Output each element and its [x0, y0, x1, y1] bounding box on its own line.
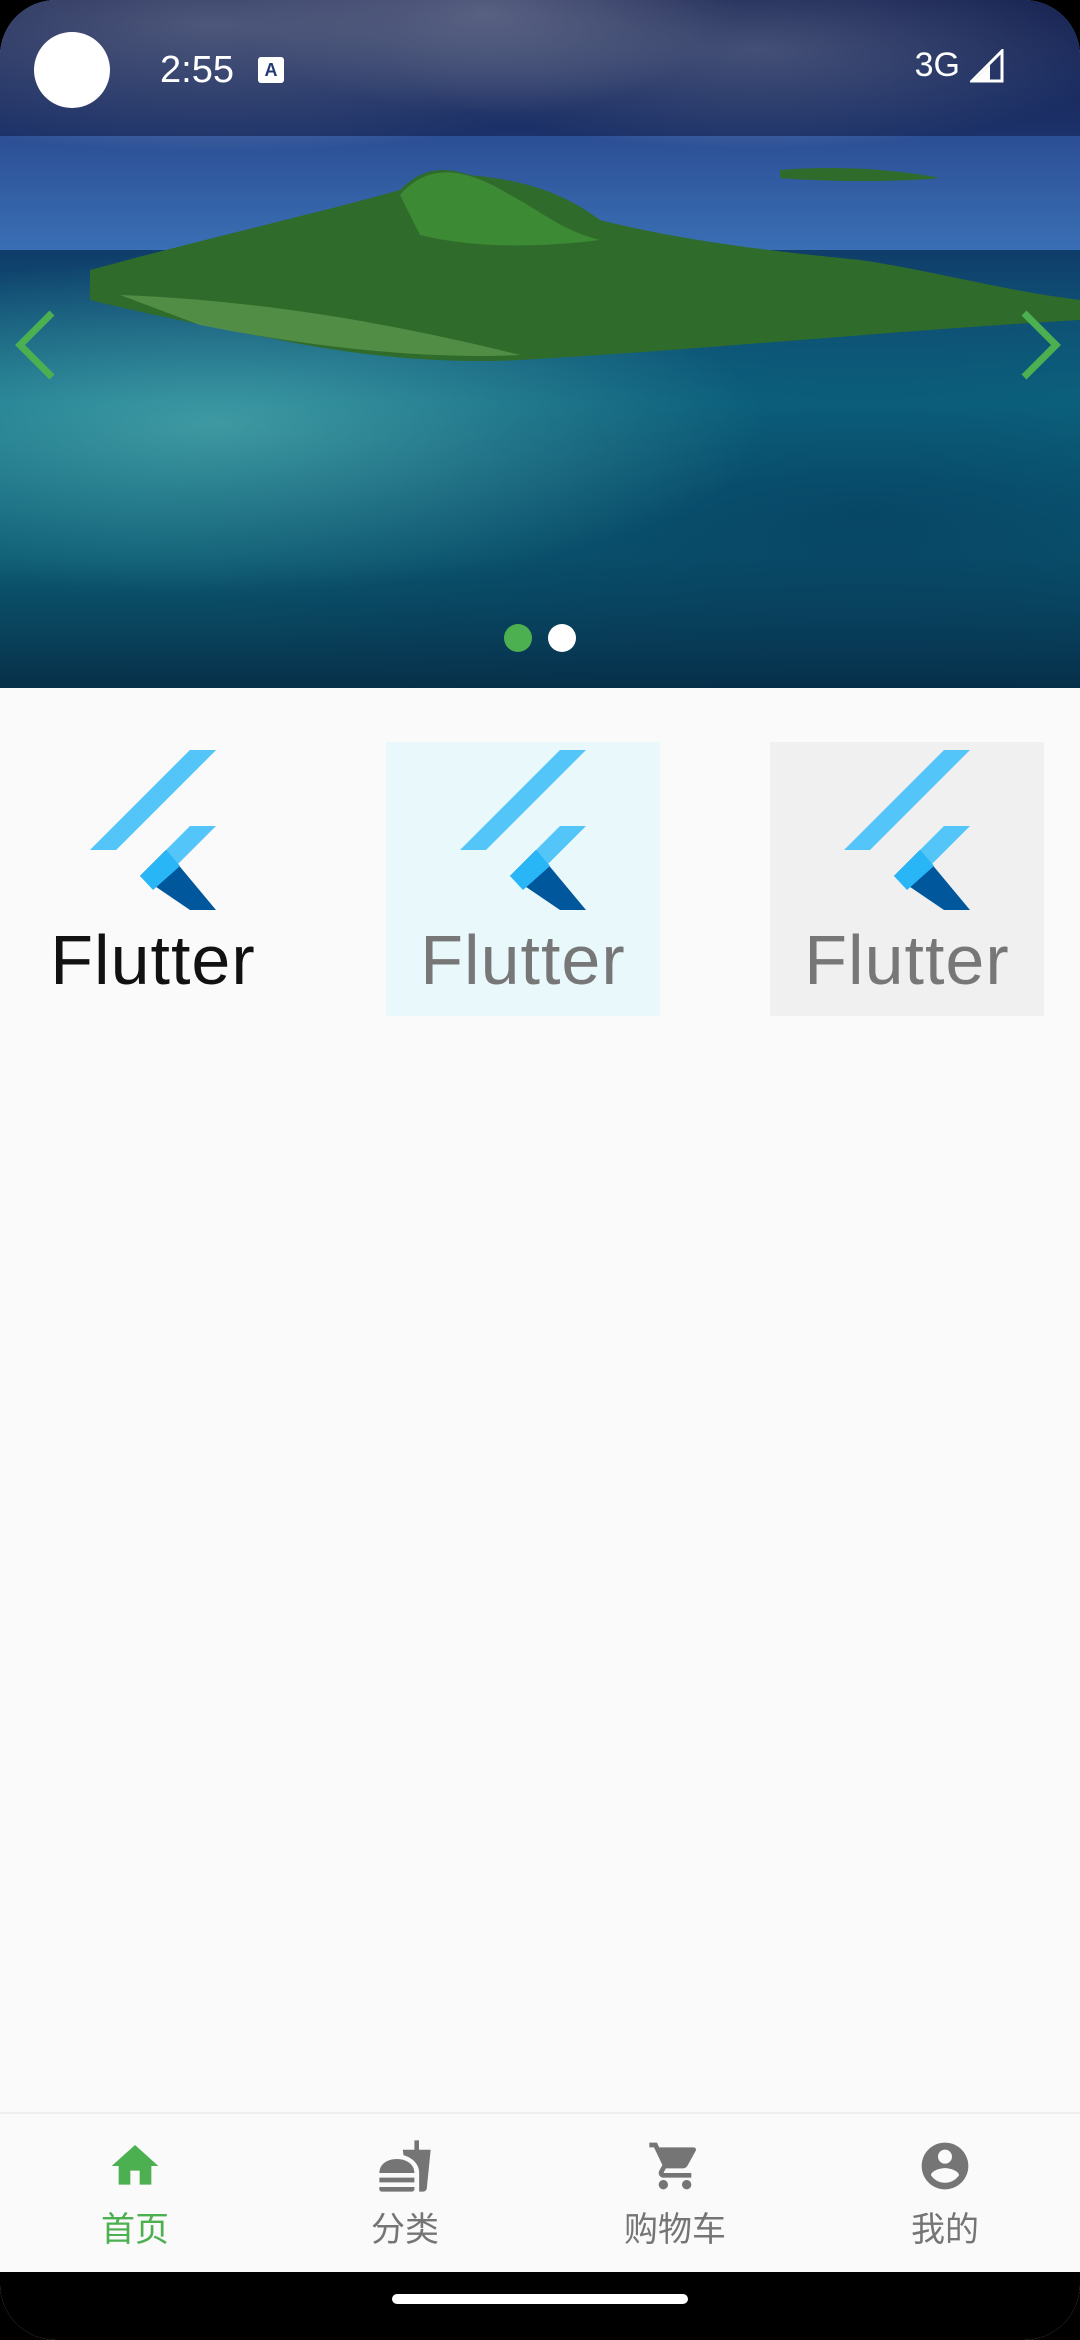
nav-label: 首页: [101, 2210, 169, 2250]
nav-item-profile[interactable]: 我的: [810, 2114, 1080, 2274]
status-bar-right: 3G: [915, 46, 1004, 85]
carousel-pagination: [0, 624, 1080, 652]
camera-cutout: [34, 32, 110, 108]
banner-island-image: [90, 167, 1080, 361]
tile-label: Flutter: [50, 921, 256, 999]
bottom-navigation-bar: 首页 分类 购物车 我的: [0, 2112, 1080, 2274]
chevron-right-icon: [1021, 310, 1061, 380]
nav-item-home[interactable]: 首页: [0, 2114, 270, 2274]
nav-label: 我的: [911, 2210, 979, 2250]
signal-icon: [970, 48, 1004, 82]
home-icon: [111, 2145, 159, 2185]
account-icon: [921, 2142, 969, 2190]
fastfood-icon: [379, 2140, 431, 2192]
status-bar-left: 2:55 A: [34, 32, 284, 108]
flutter-tile-3[interactable]: Flutter: [770, 742, 1044, 1016]
pagination-dot[interactable]: [548, 624, 576, 652]
status-time: 2:55: [160, 48, 234, 91]
flutter-tile-2[interactable]: Flutter: [386, 742, 660, 1016]
nav-label: 分类: [371, 2210, 439, 2250]
app-screen: 2:55 A 3G Flutter Flutter Flutter 首页 分类 …: [0, 0, 1080, 2340]
notification-a-icon: A: [257, 57, 284, 83]
flutter-tile-1[interactable]: Flutter: [16, 742, 290, 1016]
tile-label: Flutter: [804, 921, 1010, 999]
tile-label: Flutter: [420, 921, 626, 999]
system-gesture-area: [0, 2272, 1080, 2340]
banner-carousel[interactable]: 2:55 A 3G: [0, 0, 1080, 688]
nav-item-cart[interactable]: 购物车: [540, 2114, 810, 2274]
pagination-dot-active[interactable]: [504, 624, 532, 652]
flutter-logo-icon: [844, 750, 970, 910]
nav-item-category[interactable]: 分类: [270, 2114, 540, 2274]
carousel-next-button[interactable]: [1010, 300, 1070, 390]
network-type: 3G: [914, 46, 960, 84]
flutter-logo-icon: [460, 750, 586, 910]
cart-icon: [649, 2142, 697, 2190]
carousel-prev-button[interactable]: [6, 300, 66, 390]
nav-label: 购物车: [624, 2210, 726, 2250]
flutter-logo-icon: [90, 750, 216, 910]
chevron-left-icon: [15, 310, 55, 380]
home-gesture-handle[interactable]: [392, 2294, 688, 2304]
